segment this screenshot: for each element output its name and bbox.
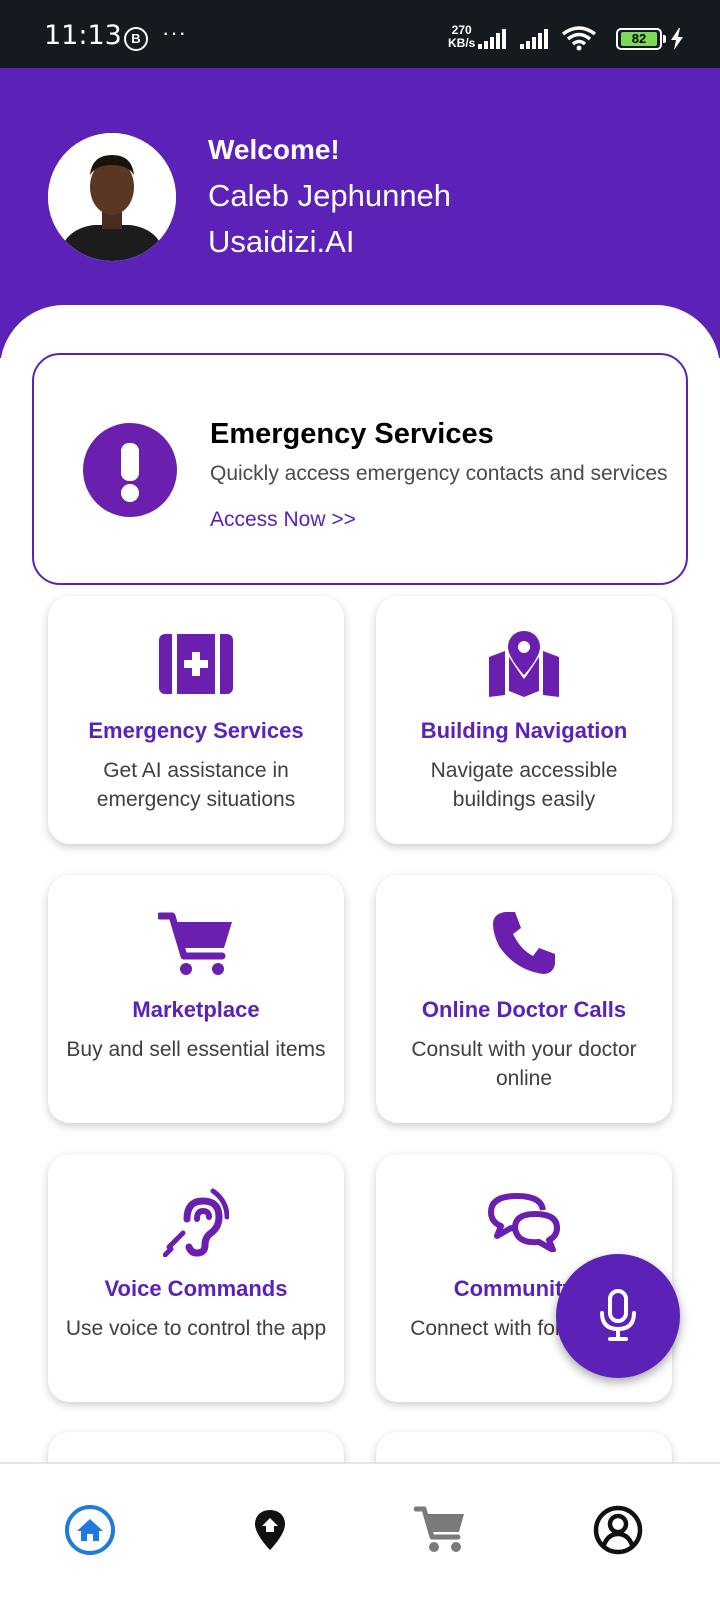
app-name: Usaidizi.AI [208,224,355,259]
card-online-doctor-calls[interactable]: Online Doctor Calls Consult with your do… [376,875,672,1123]
card-title: Building Navigation [420,718,628,743]
card-title: Emergency Services [88,718,304,743]
more-notifications-icon: ··· [162,20,187,45]
battery-level: 82 [621,32,657,46]
map-pin-icon [376,626,672,702]
battery-icon: 82 [616,28,662,50]
chat-bubbles-icon [376,1184,672,1260]
card-description: Use voice to control the app [65,1317,327,1340]
card-title: Online Doctor Calls [421,997,627,1022]
banner-title: Emergency Services [210,418,494,450]
b-notification-icon: B [124,27,148,51]
nav-home[interactable] [60,1500,120,1560]
nav-location[interactable] [240,1500,300,1560]
home-icon [65,1505,115,1555]
nav-cart[interactable] [410,1500,470,1560]
signal-icon-2 [520,29,548,49]
card-emergency-services[interactable]: Emergency Services Get AI assistance in … [48,596,344,844]
card-title: Voice Commands [104,1276,288,1301]
microphone-icon [600,1289,636,1341]
bottom-navigation [0,1462,720,1600]
avatar[interactable] [48,133,176,261]
first-aid-kit-icon [48,626,344,702]
hearing-assist-icon [48,1184,344,1260]
status-bar: 11:13 B ··· 270 KB/s 82 [0,0,720,68]
nav-profile[interactable] [588,1500,648,1560]
card-description: Get AI assistance in emergency situation… [96,759,296,811]
avatar-photo [48,133,176,261]
charging-icon [671,28,683,50]
card-description: Consult with your doctor online [411,1038,637,1090]
voice-fab-button[interactable] [556,1254,680,1378]
shopping-cart-icon [48,905,344,981]
welcome-text: Welcome! [208,134,340,165]
profile-icon [593,1505,643,1555]
exclamation-icon [83,423,177,517]
card-description: Navigate accessible buildings easily [430,759,618,811]
network-speed-unit: KB/s [448,36,476,50]
user-name: Caleb Jephunneh [208,178,452,213]
access-now-link[interactable]: Access Now >> [210,508,356,532]
card-marketplace[interactable]: Marketplace Buy and sell essential items [48,875,344,1123]
card-voice-commands[interactable]: Voice Commands Use voice to control the … [48,1154,344,1402]
network-speed: 270 KB/s [448,24,475,50]
location-icon [255,1510,285,1550]
card-title: Marketplace [132,997,260,1022]
wifi-icon [562,26,596,51]
signal-icon [478,29,506,49]
status-time: 11:13 [44,20,122,51]
banner-description: Quickly access emergency contacts and se… [210,462,668,485]
card-building-navigation[interactable]: Building Navigation Navigate accessible … [376,596,672,844]
cart-icon [414,1506,464,1552]
phone-icon [376,905,672,981]
card-description: Buy and sell essential items [66,1038,326,1061]
battery-nub [663,35,666,43]
